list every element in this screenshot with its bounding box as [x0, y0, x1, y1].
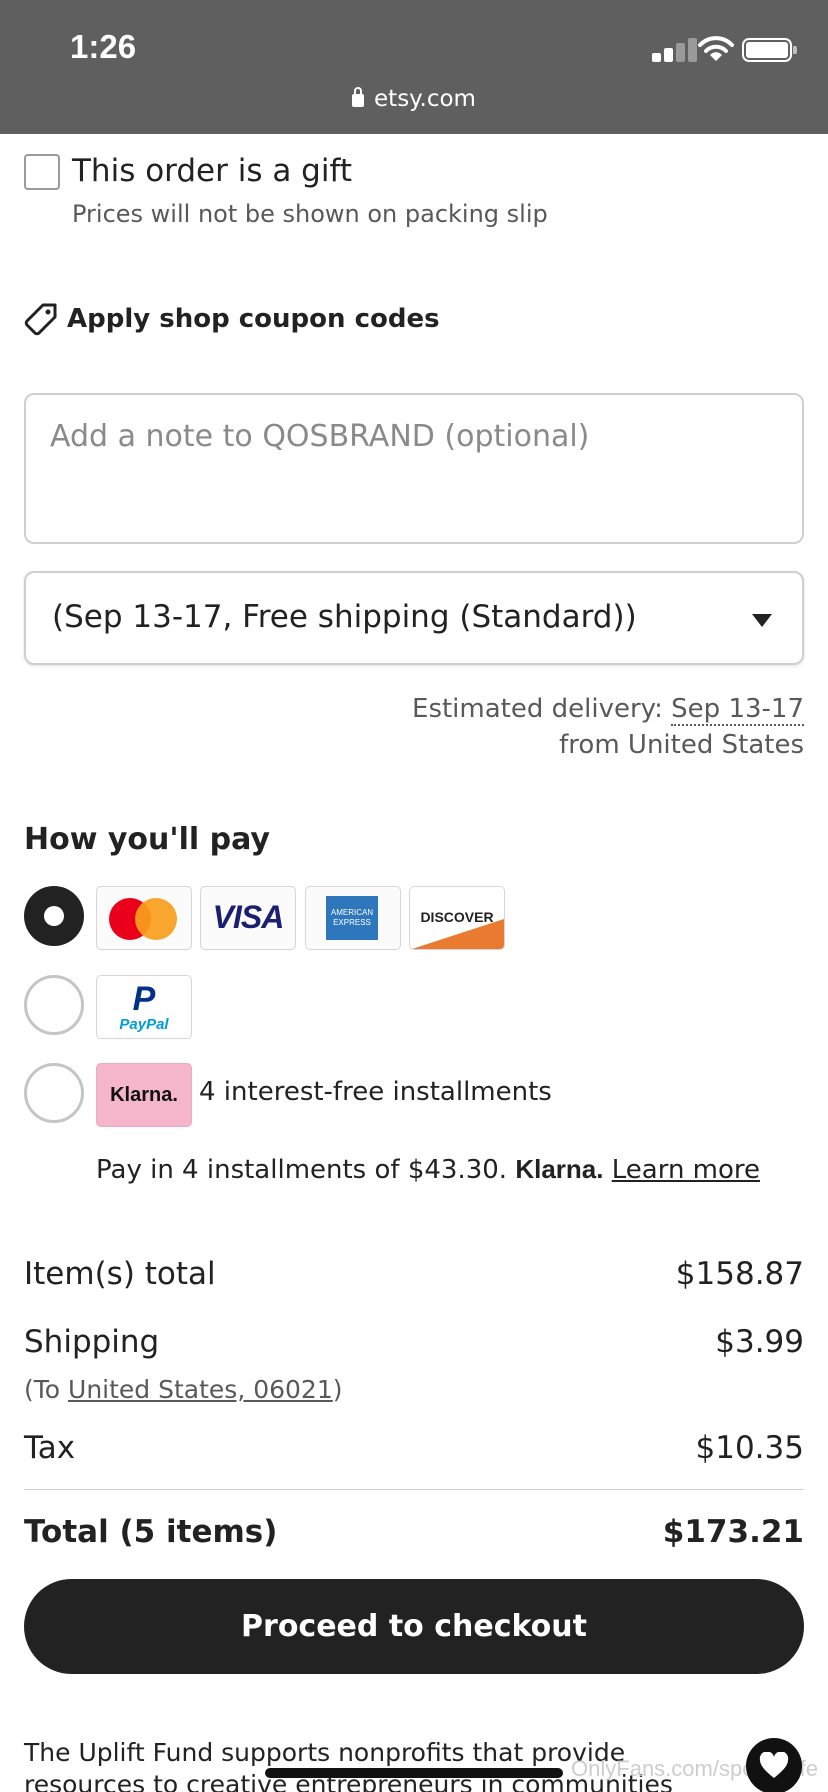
mastercard-logo[interactable]: [96, 886, 192, 950]
proceed-to-checkout-button[interactable]: Proceed to checkout: [24, 1579, 804, 1674]
klarna-logo[interactable]: Klarna.: [96, 1063, 192, 1127]
discover-logo[interactable]: DISCOVER: [409, 886, 505, 950]
wifi-icon: [698, 36, 734, 62]
shipping-value: $3.99: [715, 1324, 804, 1360]
status-time: 1:26: [70, 28, 137, 65]
payment-radio-klarna[interactable]: [24, 1063, 84, 1123]
heart-icon: [759, 1752, 789, 1778]
estimated-delivery-label: Estimated delivery:: [412, 694, 663, 724]
klarna-installment-note: Pay in 4 installments of $43.30. Klarna.…: [96, 1154, 760, 1185]
order-total-value: $173.21: [662, 1514, 804, 1550]
shipping-destination: (To United States, 06021): [24, 1375, 343, 1404]
caret-down-icon: [752, 614, 772, 627]
klarna-learn-more-link[interactable]: Learn more: [612, 1155, 760, 1185]
visa-logo[interactable]: VISA: [200, 886, 296, 950]
payment-radio-paypal[interactable]: [24, 975, 84, 1035]
items-total-value: $158.87: [675, 1256, 804, 1292]
items-total-label: Item(s) total: [24, 1256, 216, 1292]
gift-sublabel: Prices will not be shown on packing slip: [72, 200, 548, 228]
battery-icon: [742, 38, 797, 62]
klarna-option-label[interactable]: 4 interest-free installments: [199, 1077, 552, 1107]
cellular-signal-icon: [652, 36, 704, 62]
shipping-option-value: (Sep 13-17, Free shipping (Standard)): [52, 599, 637, 635]
home-indicator: [265, 1768, 563, 1778]
tag-icon[interactable]: [24, 302, 58, 338]
summary-divider: [24, 1489, 804, 1490]
shipping-destination-link[interactable]: United States, 06021: [68, 1375, 333, 1404]
payment-section-title: How you'll pay: [24, 822, 270, 857]
url-bar[interactable]: etsy.com: [0, 86, 828, 112]
url-text: etsy.com: [374, 86, 476, 112]
apply-coupon-link[interactable]: Apply shop coupon codes: [67, 304, 440, 334]
amex-logo[interactable]: AMERICAN EXPRESS: [305, 886, 401, 950]
seller-note-input[interactable]: [24, 393, 804, 544]
status-bar: 1:26 etsy.com: [0, 0, 828, 134]
shipping-option-select[interactable]: (Sep 13-17, Free shipping (Standard)): [24, 571, 804, 665]
klarna-note-text: Pay in 4 installments of $43.30.: [96, 1155, 508, 1185]
tax-value: $10.35: [695, 1430, 804, 1466]
estimated-delivery-date[interactable]: Sep 13-17: [671, 694, 804, 726]
shipping-label: Shipping: [24, 1324, 160, 1360]
gift-checkbox[interactable]: [24, 154, 60, 190]
order-total-label: Total (5 items): [24, 1514, 278, 1550]
payment-radio-cards[interactable]: [24, 886, 84, 946]
lock-icon: [352, 87, 365, 107]
paypal-logo[interactable]: P PayPal: [96, 975, 192, 1039]
ships-from: from United States: [559, 730, 804, 760]
gift-label[interactable]: This order is a gift: [72, 153, 352, 189]
tax-label: Tax: [24, 1430, 76, 1466]
estimated-delivery: Estimated delivery: Sep 13-17 from Unite…: [412, 691, 804, 763]
favorites-button[interactable]: [746, 1738, 802, 1792]
klarna-note-brand: Klarna.: [515, 1154, 604, 1184]
